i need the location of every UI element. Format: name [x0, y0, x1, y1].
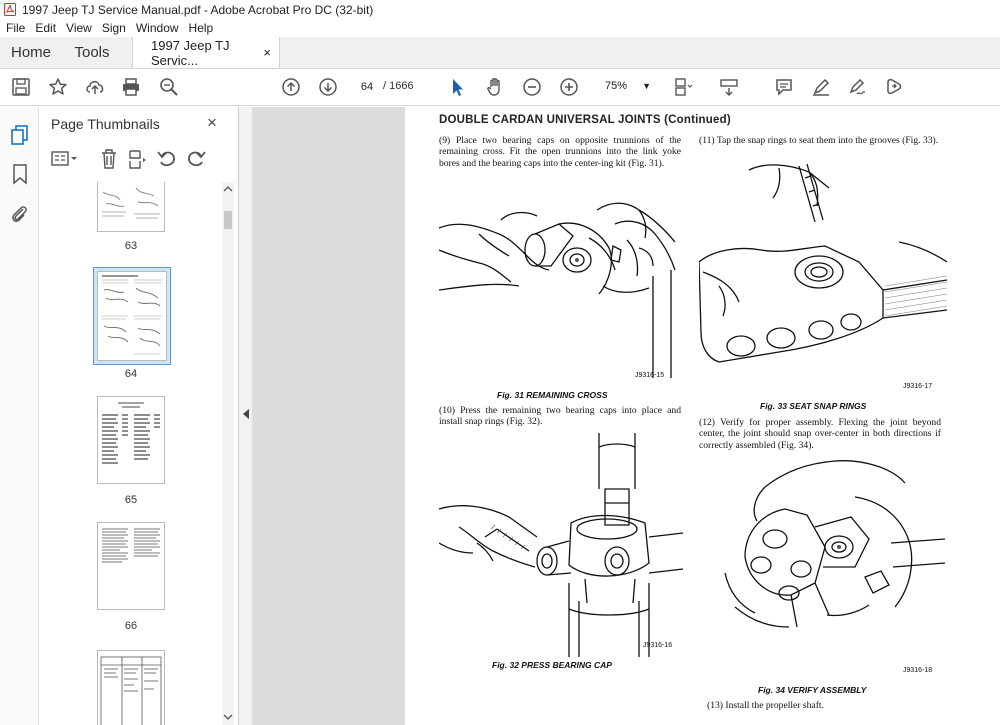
- thumbnail-label-65: 65: [124, 494, 138, 506]
- scrollbar-thumb[interactable]: [224, 211, 232, 229]
- print-icon[interactable]: [120, 76, 142, 98]
- rotate-counterclockwise-icon[interactable]: [156, 148, 178, 170]
- window-title: 1997 Jeep TJ Service Manual.pdf - Adobe …: [22, 2, 374, 17]
- zoom-in-icon[interactable]: [558, 76, 580, 98]
- step-13-text: (13) Install the propeller shaft.: [707, 700, 824, 711]
- bookmark-star-icon[interactable]: [47, 76, 69, 98]
- navigation-rail: [0, 107, 39, 725]
- previous-page-icon[interactable]: [280, 76, 302, 98]
- tab-tools[interactable]: Tools: [62, 37, 122, 68]
- menu-window[interactable]: Window: [136, 21, 179, 35]
- rotate-clockwise-icon[interactable]: [185, 148, 207, 170]
- panel-title: Page Thumbnails: [51, 116, 160, 132]
- scroll-down-icon[interactable]: [223, 713, 233, 721]
- menu-bar: File Edit View Sign Window Help: [0, 19, 1000, 37]
- delete-page-icon[interactable]: [99, 148, 119, 170]
- tab-close-icon[interactable]: ×: [263, 45, 271, 60]
- thumbnail-scrollbar[interactable]: [222, 182, 234, 725]
- panel-close-icon[interactable]: ×: [207, 113, 217, 133]
- menu-sign[interactable]: Sign: [102, 21, 126, 35]
- page-number-input[interactable]: 64: [352, 75, 382, 97]
- window-titlebar: 1997 Jeep TJ Service Manual.pdf - Adobe …: [0, 0, 1000, 19]
- thumbnail-options-icon[interactable]: [51, 149, 79, 169]
- scrolling-mode-icon[interactable]: [718, 76, 740, 98]
- next-page-icon[interactable]: [317, 76, 339, 98]
- panel-collapse-handle[interactable]: [239, 107, 253, 725]
- bookmarks-icon[interactable]: [10, 163, 30, 185]
- find-zoom-icon[interactable]: [158, 76, 180, 98]
- thumbnail-64[interactable]: [97, 271, 167, 361]
- fig-32-press-bearing-cap-illustration: [439, 433, 684, 657]
- main-toolbar: [0, 69, 1000, 106]
- scroll-up-icon[interactable]: [223, 185, 233, 193]
- fig-33-seat-snap-rings-illustration: [699, 163, 947, 363]
- fig-34-id: J9316-18: [903, 667, 933, 674]
- fig-31-id: J9316-15: [635, 372, 665, 379]
- fig-31-caption: Fig. 31 REMAINING CROSS: [497, 390, 608, 400]
- thumbnail-label-63: 63: [124, 240, 138, 252]
- page-total: / 1666: [383, 80, 414, 92]
- chevron-down-icon: ▼: [642, 81, 651, 91]
- thumbnail-67[interactable]: [97, 650, 165, 725]
- step-10-text: (10) Press the remaining two bearing cap…: [439, 405, 681, 428]
- fig-34-verify-assembly-illustration: [724, 460, 945, 628]
- menu-file[interactable]: File: [6, 21, 25, 35]
- panel-toolbar: [49, 147, 229, 171]
- step-9-text: (9) Place two bearing caps on opposite t…: [439, 135, 681, 169]
- tab-document[interactable]: 1997 Jeep TJ Servic... ×: [132, 37, 280, 68]
- thumbnail-label-64: 64: [124, 368, 138, 380]
- menu-help[interactable]: Help: [189, 21, 214, 35]
- thumbnail-66[interactable]: [97, 522, 165, 610]
- fig-33-caption: Fig. 33 SEAT SNAP RINGS: [760, 401, 867, 411]
- insert-page-icon[interactable]: [126, 148, 148, 170]
- thumbnail-list[interactable]: 63 64 65 66: [39, 182, 224, 725]
- thumbnail-63[interactable]: [97, 182, 165, 232]
- cloud-upload-icon[interactable]: [84, 76, 106, 98]
- fig-33-id: J9316-17: [903, 383, 933, 390]
- thumbnail-label-66: 66: [124, 620, 138, 632]
- section-heading: DOUBLE CARDAN UNIVERSAL JOINTS (Continue…: [439, 114, 731, 126]
- document-page[interactable]: DOUBLE CARDAN UNIVERSAL JOINTS (Continue…: [405, 107, 1000, 725]
- sign-icon[interactable]: [846, 76, 868, 98]
- thumbnail-65[interactable]: [97, 396, 165, 484]
- select-cursor-icon[interactable]: [446, 76, 468, 98]
- step-12-text: (12) Verify for proper assembly. Flexing…: [699, 417, 941, 451]
- fig-31-remaining-cross-illustration: [439, 202, 676, 378]
- menu-edit[interactable]: Edit: [35, 21, 56, 35]
- step-11-text: (11) Tap the snap rings to seat them int…: [699, 135, 939, 146]
- tab-bar: Home Tools 1997 Jeep TJ Servic... ×: [0, 37, 1000, 69]
- page-display-icon[interactable]: [672, 76, 694, 98]
- share-export-icon[interactable]: [883, 76, 905, 98]
- tab-document-label: 1997 Jeep TJ Servic...: [151, 37, 230, 68]
- comment-icon[interactable]: [773, 76, 795, 98]
- page-thumbnails-icon[interactable]: [9, 124, 31, 146]
- zoom-select[interactable]: 75% ▼: [597, 75, 659, 97]
- save-icon[interactable]: [10, 76, 32, 98]
- hand-tool-icon[interactable]: [484, 76, 506, 98]
- acrobat-pdf-icon: [4, 3, 16, 16]
- zoom-out-icon[interactable]: [521, 76, 543, 98]
- tab-home[interactable]: Home: [0, 37, 62, 68]
- fig-32-id: J9316-16: [643, 642, 673, 649]
- menu-view[interactable]: View: [66, 21, 92, 35]
- collapse-left-icon: [243, 409, 249, 419]
- fig-34-caption: Fig. 34 VERIFY ASSEMBLY: [758, 685, 867, 695]
- attachments-icon[interactable]: [10, 203, 30, 225]
- highlight-pen-icon[interactable]: [810, 76, 832, 98]
- fig-32-caption: Fig. 32 PRESS BEARING CAP: [492, 660, 612, 670]
- zoom-value: 75%: [605, 80, 628, 92]
- thumbnails-panel: Page Thumbnails × 63 64 65 66: [39, 107, 239, 725]
